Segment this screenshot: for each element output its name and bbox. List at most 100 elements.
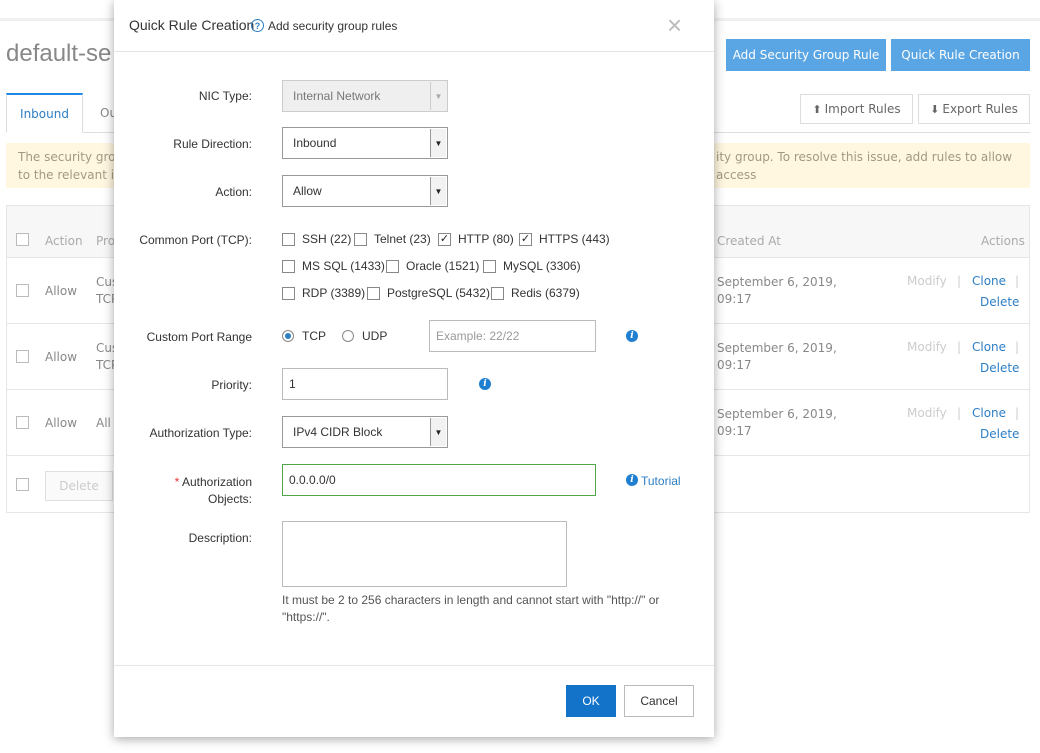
delete-link[interactable]: Delete xyxy=(980,361,1019,375)
row-checkbox[interactable] xyxy=(16,350,29,363)
radio-dot[interactable] xyxy=(342,330,354,342)
checkbox-box[interactable]: ✓ xyxy=(519,232,532,246)
add-security-group-rule-button[interactable]: Add Security Group Rule xyxy=(726,39,886,71)
port-redis-label: Redis (6379) xyxy=(511,286,580,300)
checkmark-icon: ✓ xyxy=(439,232,450,245)
tcp-radio-label: TCP xyxy=(302,329,326,343)
dialog-subtitle-link[interactable]: Add security group rules xyxy=(268,19,397,33)
port-mssql-label: MS SQL (1433) xyxy=(302,259,385,273)
udp-radio-label: UDP xyxy=(362,329,388,343)
port-http-checkbox[interactable]: ✓ HTTP (80) xyxy=(438,232,514,246)
rule-direction-value: Inbound xyxy=(293,136,337,150)
checkbox-box[interactable] xyxy=(282,232,295,246)
dialog-footer-divider xyxy=(114,665,714,666)
clone-link[interactable]: Clone xyxy=(972,274,1006,288)
clone-link[interactable]: Clone xyxy=(972,340,1006,354)
help-icon[interactable]: ? xyxy=(251,19,264,32)
tab-inbound[interactable]: Inbound xyxy=(6,93,83,133)
auth-type-value: IPv4 CIDR Block xyxy=(293,425,383,439)
row-created-at: September 6, 2019, 09:17 xyxy=(717,406,857,440)
close-icon[interactable]: × xyxy=(667,12,682,38)
row-checkbox[interactable] xyxy=(16,416,29,429)
chevron-down-icon[interactable]: ▼ xyxy=(430,177,446,205)
tutorial-link[interactable]: Tutorial xyxy=(641,474,681,488)
port-rdp-checkbox[interactable]: RDP (3389) xyxy=(282,286,365,300)
footer-checkbox[interactable] xyxy=(16,478,29,491)
checkbox-box[interactable] xyxy=(354,232,367,246)
priority-label: Priority: xyxy=(211,378,252,392)
port-mssql-checkbox[interactable]: MS SQL (1433) xyxy=(282,259,385,273)
common-port-label: Common Port (TCP): xyxy=(139,233,252,247)
port-mysql-checkbox[interactable]: MySQL (3306) xyxy=(483,259,581,273)
auth-type-select[interactable]: IPv4 CIDR Block ▼ xyxy=(282,416,448,448)
row-action: Allow xyxy=(45,350,78,364)
bulk-delete-button[interactable]: Delete xyxy=(45,471,113,501)
row-time: 09:17 xyxy=(717,424,752,438)
chevron-down-icon: ▼ xyxy=(430,82,446,110)
priority-input[interactable]: 1 xyxy=(282,368,448,400)
port-telnet-checkbox[interactable]: Telnet (23) xyxy=(354,232,431,246)
checkbox-box[interactable] xyxy=(282,286,295,300)
description-textarea[interactable] xyxy=(282,521,567,587)
header-actions: Actions xyxy=(981,234,1025,248)
checkbox-box[interactable] xyxy=(491,286,504,300)
chevron-down-icon[interactable]: ▼ xyxy=(430,129,446,157)
row-created-at: September 6, 2019, 09:17 xyxy=(717,340,857,374)
checkbox-box[interactable] xyxy=(386,259,399,273)
action-separator: | xyxy=(1015,406,1020,420)
nic-type-value: Internal Network xyxy=(293,89,381,103)
udp-radio[interactable]: UDP xyxy=(342,329,387,343)
checkbox-box[interactable] xyxy=(483,259,496,273)
port-telnet-label: Telnet (23) xyxy=(374,232,431,246)
port-rdp-label: RDP (3389) xyxy=(302,286,366,300)
auth-info-icon[interactable]: i xyxy=(626,474,638,486)
page-title: default-se xyxy=(6,40,112,67)
ok-button[interactable]: OK xyxy=(566,685,616,717)
auth-objects-label: * Authorization Objects: xyxy=(122,474,252,508)
row-checkbox[interactable] xyxy=(16,284,29,297)
rule-direction-label: Rule Direction: xyxy=(173,137,252,151)
modify-link[interactable]: Modify xyxy=(907,406,947,420)
action-select[interactable]: Allow ▼ xyxy=(282,175,448,207)
action-separator: | xyxy=(957,340,962,354)
modify-link[interactable]: Modify xyxy=(907,274,947,288)
checkmark-icon: ✓ xyxy=(520,232,531,245)
delete-link[interactable]: Delete xyxy=(980,295,1019,309)
port-https-checkbox[interactable]: ✓ HTTPS (443) xyxy=(519,232,610,246)
cancel-button[interactable]: Cancel xyxy=(624,685,694,717)
action-separator: | xyxy=(957,274,962,288)
port-oracle-checkbox[interactable]: Oracle (1521) xyxy=(386,259,479,273)
row-date: September 6, 2019, xyxy=(717,275,837,289)
action-separator: | xyxy=(1015,274,1020,288)
quick-rule-creation-button[interactable]: Quick Rule Creation xyxy=(891,39,1030,71)
chevron-down-icon[interactable]: ▼ xyxy=(430,418,446,446)
checkbox-box[interactable] xyxy=(282,259,295,273)
delete-link[interactable]: Delete xyxy=(980,427,1019,441)
select-all-checkbox[interactable] xyxy=(16,233,29,246)
action-separator: | xyxy=(1015,340,1020,354)
port-https-label: HTTPS (443) xyxy=(539,232,610,246)
checkbox-box[interactable]: ✓ xyxy=(438,232,451,246)
port-postgresql-checkbox[interactable]: PostgreSQL (5432) xyxy=(367,286,490,300)
rule-direction-select[interactable]: Inbound ▼ xyxy=(282,127,448,159)
priority-info-icon[interactable]: i xyxy=(479,378,491,390)
tcp-radio[interactable]: TCP xyxy=(282,329,326,343)
row-date: September 6, 2019, xyxy=(717,407,837,421)
action-value: Allow xyxy=(293,184,322,198)
port-ssh-checkbox[interactable]: SSH (22) xyxy=(282,232,351,246)
port-postgresql-label: PostgreSQL (5432) xyxy=(387,286,490,300)
required-mark: * xyxy=(174,475,180,489)
modify-link[interactable]: Modify xyxy=(907,340,947,354)
auth-objects-input[interactable]: 0.0.0.0/0 xyxy=(282,464,596,496)
auth-type-label: Authorization Type: xyxy=(149,426,252,440)
nic-type-select: Internal Network ▼ xyxy=(282,80,448,112)
action-label: Action: xyxy=(215,185,252,199)
radio-dot[interactable] xyxy=(282,330,294,342)
port-info-icon[interactable]: i xyxy=(626,330,638,342)
dialog-title: Quick Rule Creation xyxy=(129,17,255,33)
port-oracle-label: Oracle (1521) xyxy=(406,259,480,273)
checkbox-box[interactable] xyxy=(367,286,380,300)
port-redis-checkbox[interactable]: Redis (6379) xyxy=(491,286,580,300)
clone-link[interactable]: Clone xyxy=(972,406,1006,420)
port-range-input[interactable]: Example: 22/22 xyxy=(429,320,596,352)
